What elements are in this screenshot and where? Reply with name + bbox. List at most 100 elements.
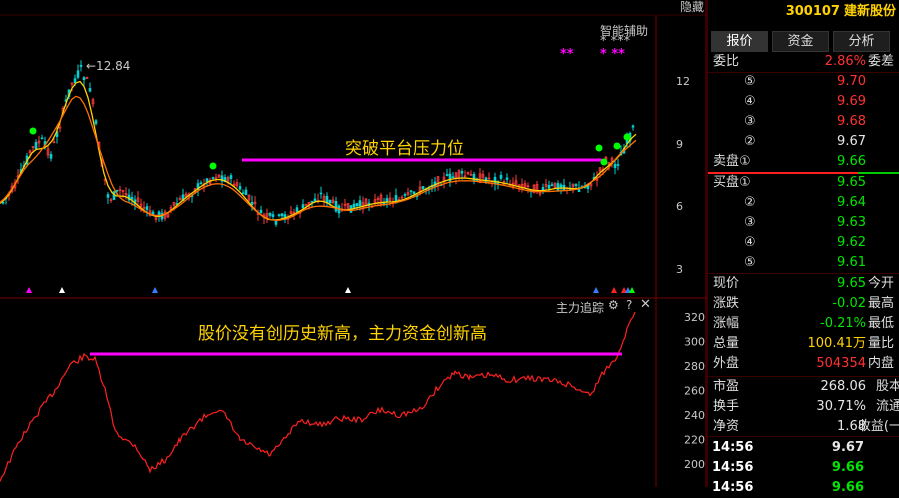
sub-y-tick-label: 260 [684, 385, 705, 398]
candle-body [241, 192, 245, 195]
candle-body [352, 203, 356, 208]
y-tick-label: 12 [676, 75, 690, 88]
candle-body [238, 186, 242, 190]
candle-body [493, 176, 497, 185]
ask-level: ③ [744, 114, 756, 129]
stat-value: 30.71% [816, 399, 866, 414]
assist-label[interactable]: 智能辅助 [598, 22, 650, 39]
bid-row[interactable]: ④ 9.62 [708, 233, 899, 253]
ask-price: 9.68 [837, 114, 866, 129]
stat-value: 100.41万 [807, 336, 867, 351]
candle-body [73, 78, 77, 84]
sub-y-tick-label: 320 [684, 311, 705, 324]
sub-y-tick-label: 300 [684, 336, 705, 349]
y-tick-label: 3 [676, 263, 683, 276]
candle-body [613, 163, 617, 168]
tab-analysis[interactable]: 分析 [833, 31, 890, 52]
tab-funds[interactable]: 资金 [772, 31, 829, 52]
ask-row[interactable]: ④ 9.69 [708, 92, 899, 112]
candle-body [211, 177, 215, 179]
candle-body [115, 189, 119, 192]
candle-body [550, 184, 554, 186]
sub-y-tick-label: 240 [684, 409, 705, 422]
ratio-label: 委比 [713, 54, 740, 69]
chart-area[interactable]: ←12.84 突破平台压力位 ** * ** * *** 12 9 6 3 股价没有创… [0, 0, 707, 487]
trade-price: 9.66 [831, 480, 864, 495]
bid-level: ④ [744, 235, 756, 250]
signal-dot [595, 144, 603, 152]
signal-marker [593, 287, 599, 293]
bid-row[interactable]: 买盘① 9.65 [708, 173, 899, 193]
stat-value: -0.02 [832, 296, 866, 311]
stat-value: 504354 [816, 356, 866, 371]
trade-time: 14:56 [712, 460, 754, 475]
sub-chart-title[interactable]: 主力追踪 [556, 299, 604, 316]
stat-row: 现价 9.65 今开 [708, 274, 899, 294]
bid-level: ② [744, 195, 756, 210]
candle-body [499, 174, 503, 179]
signal-marker [152, 287, 158, 293]
trade-time: 14:56 [712, 480, 754, 495]
quote-tabs: 报价 资金 分析 [708, 31, 899, 52]
stat-label-2: 收益(一 [857, 419, 899, 434]
stat-label: 换手 [713, 399, 740, 414]
stat-label: 市盈 [713, 379, 740, 394]
ask-row[interactable]: ③ 9.68 [708, 112, 899, 132]
ask-level: ② [744, 134, 756, 149]
kline-chart[interactable]: ←12.84 突破平台压力位 ** * ** * *** 12963 股价没有创… [0, 0, 707, 487]
stat-row: 净资 1.68 收益(一 [708, 417, 899, 437]
candle-body [94, 120, 98, 124]
stat-value: 9.65 [837, 276, 866, 291]
candle-body [451, 176, 455, 179]
stock-name: 建新股份 [843, 4, 896, 19]
bid-row[interactable]: ⑤ 9.61 [708, 253, 899, 273]
trade-price: 9.66 [831, 460, 864, 475]
stat-label: 涨幅 [713, 316, 740, 331]
candle-body [229, 175, 233, 179]
ask-row[interactable]: ⑤ 9.70 [708, 72, 899, 92]
peak-price-label: ←12.84 [86, 59, 130, 73]
candle-body [88, 88, 92, 92]
signal-marker [59, 287, 65, 293]
stat-row: 换手 30.71% 流通 [708, 397, 899, 417]
stat-value: -0.21% [820, 316, 866, 331]
candle-body [301, 204, 305, 209]
candle-body [76, 70, 80, 78]
bid-row[interactable]: ② 9.64 [708, 193, 899, 213]
ask-price: 9.66 [837, 154, 866, 169]
candle-body [40, 137, 44, 140]
bid-price: 9.63 [837, 215, 866, 230]
tab-quote[interactable]: 报价 [711, 31, 768, 52]
main-y-axis: 12 9 6 3 [676, 75, 690, 276]
sub-annotation: 股价没有创历史新高，主力资金创新高 [198, 324, 487, 344]
candle-body [616, 164, 620, 166]
candle-body [472, 173, 476, 182]
stat-label-2: 最低 [867, 316, 894, 331]
help-icon[interactable]: ? [626, 298, 632, 312]
stat-row: 总量 100.41万 量比 [708, 334, 899, 354]
sub-y-tick-label: 200 [684, 458, 705, 471]
sell-label: 卖盘① [713, 154, 751, 169]
stat-label-2: 流通 [875, 399, 899, 414]
stat-label: 净资 [713, 419, 740, 434]
candle-body [325, 195, 329, 203]
candle-body [355, 203, 359, 207]
candle-body [403, 194, 407, 196]
candle-body [106, 194, 110, 198]
hide-button[interactable]: 隐藏 [664, 0, 704, 14]
signal-marker [345, 287, 351, 293]
y-tick-label: 6 [676, 200, 683, 213]
gear-icon[interactable]: ⚙ [608, 298, 619, 312]
candle-body [421, 186, 425, 190]
candle-body [505, 177, 509, 180]
ask-row[interactable]: 卖盘① 9.66 [708, 152, 899, 172]
candle-body [271, 214, 275, 217]
y-tick-label: 9 [676, 138, 683, 151]
signal-dot [623, 133, 631, 141]
bid-row[interactable]: ③ 9.63 [708, 213, 899, 233]
candle-body [445, 174, 449, 176]
stat-label-2: 量比 [867, 336, 894, 351]
ask-row[interactable]: ② 9.67 [708, 132, 899, 152]
close-icon[interactable]: ✕ [640, 297, 651, 312]
bid-price: 9.65 [837, 175, 866, 190]
